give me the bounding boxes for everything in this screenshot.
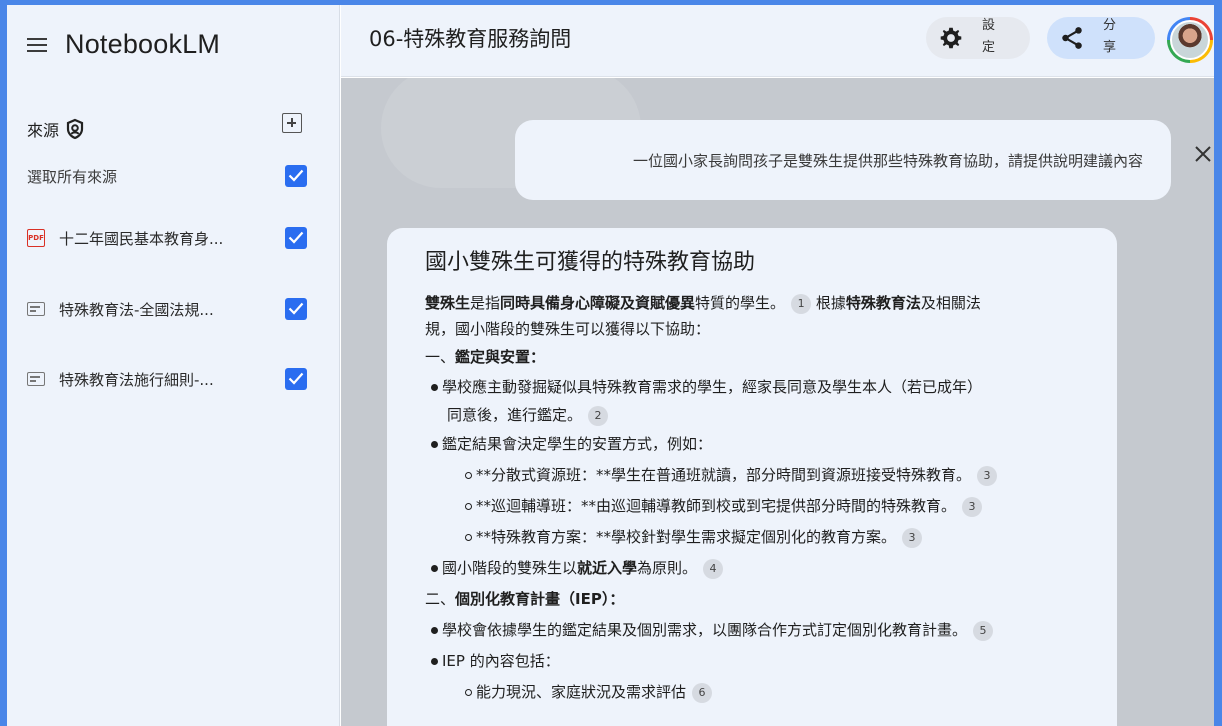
list-item-continuation: 同意後，進行鑑定。 2	[425, 401, 1077, 429]
bullet-icon	[431, 658, 438, 665]
citation-badge[interactable]: 4	[703, 558, 724, 579]
avatar[interactable]	[1167, 17, 1213, 63]
list-item-emphasis: 就近入學	[577, 559, 638, 577]
list-item: 鑑定結果會決定學生的安置方式，例如：	[425, 429, 1077, 460]
intro-emphasis: 特殊教育法	[845, 294, 921, 312]
list-item-text: 國小階段的雙殊生以	[442, 559, 578, 577]
sub-list-item: **巡迴輔導班：**由巡迴輔導教師到校或到宅提供部分時間的特殊教育。 3	[425, 491, 1077, 522]
citation-badge[interactable]: 3	[902, 527, 923, 548]
section-title: 個別化教育計畫（IEP）：	[455, 590, 625, 608]
window-frame-left	[0, 0, 7, 726]
user-query-text: 一位國小家長詢問孩子是雙殊生提供那些特殊教育協助，請提供說明建議內容	[632, 151, 1143, 170]
list-item-text: 鑑定結果會決定學生的安置方式，例如：	[442, 435, 713, 453]
citation-badge[interactable]: 5	[973, 620, 994, 641]
close-icon[interactable]	[1193, 144, 1213, 164]
list-item: 學校應主動發掘疑似具特殊教育需求的學生，經家長同意及學生本人（若已成年）	[425, 373, 1077, 401]
app-brand: NotebookLM	[65, 29, 221, 59]
source-item-3[interactable]: 特殊教育法施行細則-...	[27, 368, 307, 390]
share-icon	[1062, 27, 1082, 49]
citation-badge[interactable]: 1	[791, 293, 812, 314]
section-heading: 二、個別化教育計畫（IEP）：	[425, 584, 1077, 615]
source-checkbox[interactable]	[285, 368, 307, 390]
list-item-text: **分散式資源班：**學生在普通班就讀，部分時間到資源班接受特殊教育。	[476, 466, 972, 484]
answer-card: 國小雙殊生可獲得的特殊教育協助 雙殊生是指同時具備身心障礙及資賦優異特質的學生。…	[387, 228, 1117, 726]
hollow-bullet-icon	[465, 472, 472, 479]
source-item-label: 十二年國民基本教育身...	[59, 229, 224, 248]
share-button[interactable]: 分享	[1047, 17, 1155, 59]
bullet-icon	[431, 565, 438, 572]
pdf-icon: PDF	[27, 229, 45, 247]
notebook-header: 06-特殊教育服務詢問 設定 分享	[341, 5, 1214, 77]
select-all-label: 選取所有來源	[27, 167, 118, 186]
source-item-1[interactable]: PDF 十二年國民基本教育身...	[27, 227, 307, 249]
gear-icon	[940, 27, 962, 49]
select-all-sources[interactable]: 選取所有來源	[27, 165, 307, 187]
source-item-label: 特殊教育法施行細則-...	[59, 370, 214, 389]
list-item-text: IEP 的內容包括：	[442, 652, 560, 670]
settings-button[interactable]: 設定	[926, 17, 1030, 59]
citation-badge[interactable]: 6	[692, 682, 713, 703]
list-item-text: 學校會依據學生的鑑定結果及個別需求，以團隊合作方式訂定個別化教育計畫。	[442, 621, 968, 639]
document-icon	[27, 302, 45, 316]
answer-intro: 雙殊生是指同時具備身心障礙及資賦優異特質的學生。 1 根據特殊教育法及相關法 規，…	[425, 290, 1077, 342]
list-item-text: **特殊教育方案：**學校針對學生需求擬定個別化的教育方案。	[476, 528, 897, 546]
list-item: 國小階段的雙殊生以就近入學為原則。 4	[425, 553, 1077, 584]
list-item-text: 能力現況、家庭狀況及需求評估	[476, 683, 687, 701]
hollow-bullet-icon	[465, 503, 472, 510]
source-checkbox[interactable]	[285, 227, 307, 249]
select-all-checkbox[interactable]	[285, 165, 307, 187]
document-icon	[27, 372, 45, 386]
window-frame-right	[1214, 0, 1222, 726]
intro-text: 及相關法	[920, 294, 981, 312]
list-item-text: **巡迴輔導班：**由巡迴輔導教師到校或到宅提供部分時間的特殊教育。	[476, 497, 957, 515]
citation-badge[interactable]: 2	[588, 405, 609, 426]
chat-area: 一位國小家長詢問孩子是雙殊生提供那些特殊教育協助，請提供說明建議內容 國小雙殊生…	[341, 78, 1214, 726]
share-label: 分享	[1103, 18, 1117, 55]
bullet-icon	[431, 441, 438, 448]
sidebar-header: NotebookLM	[27, 29, 220, 60]
sources-sidebar: NotebookLM 來源 選取所有來源 PDF 十二年國民基本教育身... 特…	[7, 5, 340, 726]
section-heading: 一、鑑定與安置：	[425, 342, 1077, 373]
bullet-icon	[431, 627, 438, 634]
intro-text: 根據	[811, 294, 846, 312]
add-source-button[interactable]	[282, 113, 302, 133]
sub-list-item: **特殊教育方案：**學校針對學生需求擬定個別化的教育方案。 3	[425, 522, 1077, 553]
sources-heading: 來源	[27, 117, 85, 141]
section-number: 二、	[425, 590, 456, 608]
settings-label: 設定	[982, 18, 996, 55]
bullet-icon	[431, 384, 438, 391]
sub-list-item: **分散式資源班：**學生在普通班就讀，部分時間到資源班接受特殊教育。 3	[425, 460, 1077, 491]
sub-list-item: 能力現況、家庭狀況及需求評估 6	[425, 677, 1077, 708]
intro-text: 是指	[470, 294, 501, 312]
sources-label: 來源	[27, 121, 60, 140]
citation-badge[interactable]: 3	[962, 496, 983, 517]
intro-emphasis: 同時具備身心障礙及資賦優異	[500, 294, 696, 312]
source-item-label: 特殊教育法-全國法規...	[59, 300, 214, 319]
answer-title: 國小雙殊生可獲得的特殊教育協助	[425, 250, 756, 275]
hamburger-menu-icon[interactable]	[27, 37, 49, 53]
intro-text: 規，國小階段的雙殊生可以獲得以下協助：	[425, 320, 711, 338]
hollow-bullet-icon	[465, 689, 472, 696]
list-item-text: 學校應主動發掘疑似具特殊教育需求的學生，經家長同意及學生本人（若已成年）	[442, 378, 983, 396]
source-checkbox[interactable]	[285, 298, 307, 320]
source-item-2[interactable]: 特殊教育法-全國法規...	[27, 298, 307, 320]
citation-badge[interactable]: 3	[977, 465, 998, 486]
list-item-text: 為原則。	[637, 559, 698, 577]
intro-term: 雙殊生	[425, 294, 471, 312]
section-title: 鑑定與安置：	[455, 348, 546, 366]
notebook-title[interactable]: 06-特殊教育服務詢問	[369, 23, 571, 53]
hollow-bullet-icon	[465, 534, 472, 541]
list-item: 學校會依據學生的鑑定結果及個別需求，以團隊合作方式訂定個別化教育計畫。 5	[425, 615, 1077, 646]
section-number: 一、	[425, 348, 456, 366]
intro-text: 特質的學生。	[695, 294, 786, 312]
shield-icon[interactable]	[65, 118, 85, 140]
user-query-bubble: 一位國小家長詢問孩子是雙殊生提供那些特殊教育協助，請提供說明建議內容	[515, 120, 1171, 200]
list-item: IEP 的內容包括：	[425, 646, 1077, 677]
list-item-text: 同意後，進行鑑定。	[447, 406, 583, 424]
